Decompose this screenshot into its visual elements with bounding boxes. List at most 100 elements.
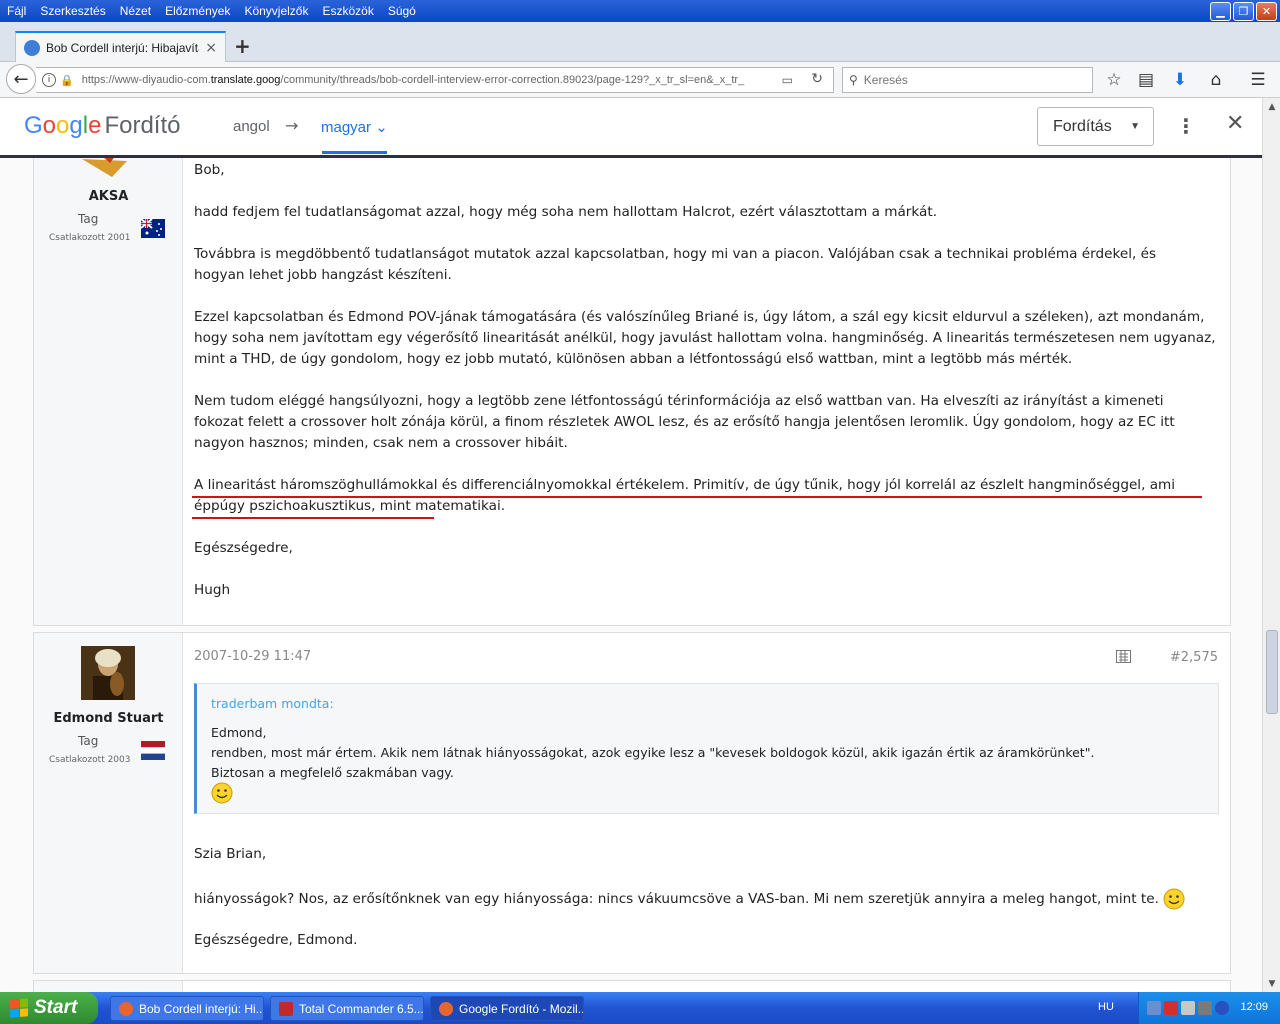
flag-australia-icon (140, 218, 165, 238)
close-window-icon[interactable]: ✕ (1256, 2, 1277, 21)
username[interactable]: AKSA (34, 189, 183, 204)
page-scrollbar[interactable]: ▲ ▼ (1262, 98, 1280, 992)
tab-title: Bob Cordell interjú: Hibajavítá... (46, 40, 200, 55)
search-icon: ⚲ (849, 73, 858, 87)
more-options-icon[interactable]: ⋮ (1176, 114, 1196, 138)
menu-edit[interactable]: Szerkesztés (33, 4, 112, 18)
logo-product-name: Fordító (104, 112, 181, 139)
post-paragraph: Bob, (194, 162, 225, 178)
user-title: Tag (78, 212, 99, 226)
quote-line: Biztosan a megfelelő szakmában vagy. (211, 765, 454, 780)
translate-button[interactable]: Fordítás ▼ (1037, 107, 1154, 146)
username[interactable]: Edmond Stuart (34, 711, 183, 726)
minimize-icon[interactable]: ▁ (1210, 2, 1231, 21)
forum-post (33, 980, 1231, 992)
network-icon[interactable] (1147, 1001, 1161, 1015)
reload-icon[interactable]: ↻ (811, 71, 823, 87)
lock-icon: 🔒 (60, 73, 74, 87)
volume-icon[interactable] (1181, 1001, 1195, 1015)
close-translate-icon[interactable]: ✕ (1226, 111, 1244, 136)
quote-line: rendben, most már értem. Akik nem látnak… (211, 745, 1095, 760)
logo-letter: o (56, 112, 70, 139)
menu-bookmarks[interactable]: Könyvjelzők (237, 4, 315, 18)
info-icon[interactable]: i (42, 73, 56, 87)
logo-letter: g (69, 112, 83, 139)
post-paragraph: Nem tudom eléggé hangsúlyozni, hogy a le… (194, 393, 1175, 451)
target-language[interactable]: magyar ⌄ (321, 118, 388, 136)
smiley-icon (1163, 888, 1185, 910)
caret-down-icon: ▼ (1130, 121, 1140, 132)
menu-history[interactable]: Előzmények (158, 4, 237, 18)
quote-line: Edmond, (211, 725, 267, 740)
share-icon[interactable] (1116, 650, 1131, 663)
language-indicator[interactable]: HU (1098, 1001, 1114, 1013)
menu-tools[interactable]: Eszközök (315, 4, 380, 18)
scroll-thumb[interactable] (1266, 630, 1278, 714)
start-label: Start (34, 997, 78, 1018)
window-controls: ▁ ❐ ✕ (1210, 2, 1277, 21)
post-paragraph: Szia Brian, (194, 846, 267, 862)
download-icon[interactable]: ⬇ (1168, 68, 1192, 92)
avatar[interactable] (82, 158, 132, 177)
taskbar-item-firefox-translate[interactable]: Google Fordító - Mozil... (430, 996, 584, 1021)
post-user-panel: Edmond Stuart Tag Csatlakozott 2003 (34, 633, 183, 973)
url-path: /community/threads/bob-cordell-interview… (280, 74, 745, 86)
logo-letter: o (42, 112, 57, 139)
scroll-down-icon[interactable]: ▼ (1263, 975, 1280, 992)
menu-view[interactable]: Nézet (113, 4, 158, 18)
smiley-icon (211, 782, 233, 804)
joined-date: Csatlakozott 2001 (49, 233, 131, 243)
taskbar-item-firefox-forum[interactable]: Bob Cordell interjú: Hi... (110, 996, 264, 1021)
new-tab-button[interactable]: + (234, 34, 251, 58)
menu-file[interactable]: Fájl (0, 4, 33, 18)
library-icon[interactable]: ▤ (1134, 68, 1158, 92)
forum-post: Edmond Stuart Tag Csatlakozott 2003 2007… (33, 632, 1231, 974)
antivirus-icon[interactable] (1164, 1001, 1178, 1015)
taskbar-item-total-commander[interactable]: Total Commander 6.5... (270, 996, 424, 1021)
search-bar[interactable]: ⚲ (842, 67, 1093, 93)
search-input[interactable] (863, 73, 1074, 87)
tab-active[interactable]: Bob Cordell interjú: Hibajavítá... × (15, 31, 226, 62)
tray-app-icon[interactable] (1198, 1001, 1212, 1015)
avatar[interactable] (81, 646, 135, 700)
firefox-icon (439, 1001, 453, 1016)
red-underline-annotation (192, 517, 434, 519)
taskbar-item-label: Google Fordító - Mozil... (459, 1001, 584, 1016)
post-number[interactable]: #2,575 (1170, 650, 1218, 665)
flag-netherlands-icon (141, 741, 165, 760)
post-paragraph: hadd fedjem fel tudatlanságomat azzal, h… (194, 204, 938, 220)
restore-icon[interactable]: ❐ (1233, 2, 1254, 21)
menu-help[interactable]: Súgó (381, 4, 423, 18)
chevron-down-icon: ⌄ (375, 119, 388, 136)
google-translate-logo: Google Fordító (24, 112, 180, 140)
post-paragraph-row: hiányosságok? Nos, az erősítőnknek van e… (194, 888, 1224, 910)
post-paragraph: Egészségedre, Edmond. (194, 932, 358, 948)
red-underline-annotation (192, 496, 1202, 498)
url-text[interactable]: https://www-diyaudio-com.translate.goog/… (82, 74, 752, 86)
post-date[interactable]: 2007-10-29 11:47 (194, 649, 311, 664)
post-paragraph: hiányosságok? Nos, az erősítőnknek van e… (194, 890, 1159, 907)
taskbar: Start Bob Cordell interjú: Hi... Total C… (0, 992, 1280, 1024)
post-user-panel (34, 981, 183, 992)
home-icon[interactable]: ⌂ (1204, 68, 1228, 92)
reader-view-icon[interactable]: ▭ (782, 73, 793, 87)
target-language-underline (322, 151, 387, 154)
hamburger-menu-icon[interactable]: ☰ (1246, 68, 1270, 92)
bluetooth-icon[interactable] (1215, 1001, 1229, 1015)
quote-author[interactable]: traderbam mondta: (211, 696, 334, 711)
url-prefix: https://www-diyaudio-com. (81, 74, 211, 86)
nav-bar: ← i 🔒 https://www-diyaudio-com.translate… (0, 62, 1280, 98)
page-content: AKSA Tag Csatlakozott 2001 Bob, hadd fed… (0, 158, 1262, 992)
bookmark-star-icon[interactable]: ☆ (1102, 68, 1126, 92)
back-button[interactable]: ← (6, 64, 36, 94)
scroll-up-icon[interactable]: ▲ (1263, 98, 1280, 115)
arrow-left-icon: ← (13, 68, 29, 90)
firefox-icon (119, 1001, 133, 1016)
google-translate-bar: Google Fordító angol → magyar ⌄ Fordítás … (0, 98, 1262, 158)
url-bar[interactable]: i 🔒 https://www-diyaudio-com.translate.g… (36, 67, 834, 93)
source-language[interactable]: angol (233, 118, 270, 135)
logo-letter: G (24, 112, 43, 139)
tab-close-icon[interactable]: × (205, 40, 217, 56)
start-button[interactable]: Start (0, 992, 98, 1024)
taskbar-item-label: Total Commander 6.5... (299, 1001, 424, 1016)
